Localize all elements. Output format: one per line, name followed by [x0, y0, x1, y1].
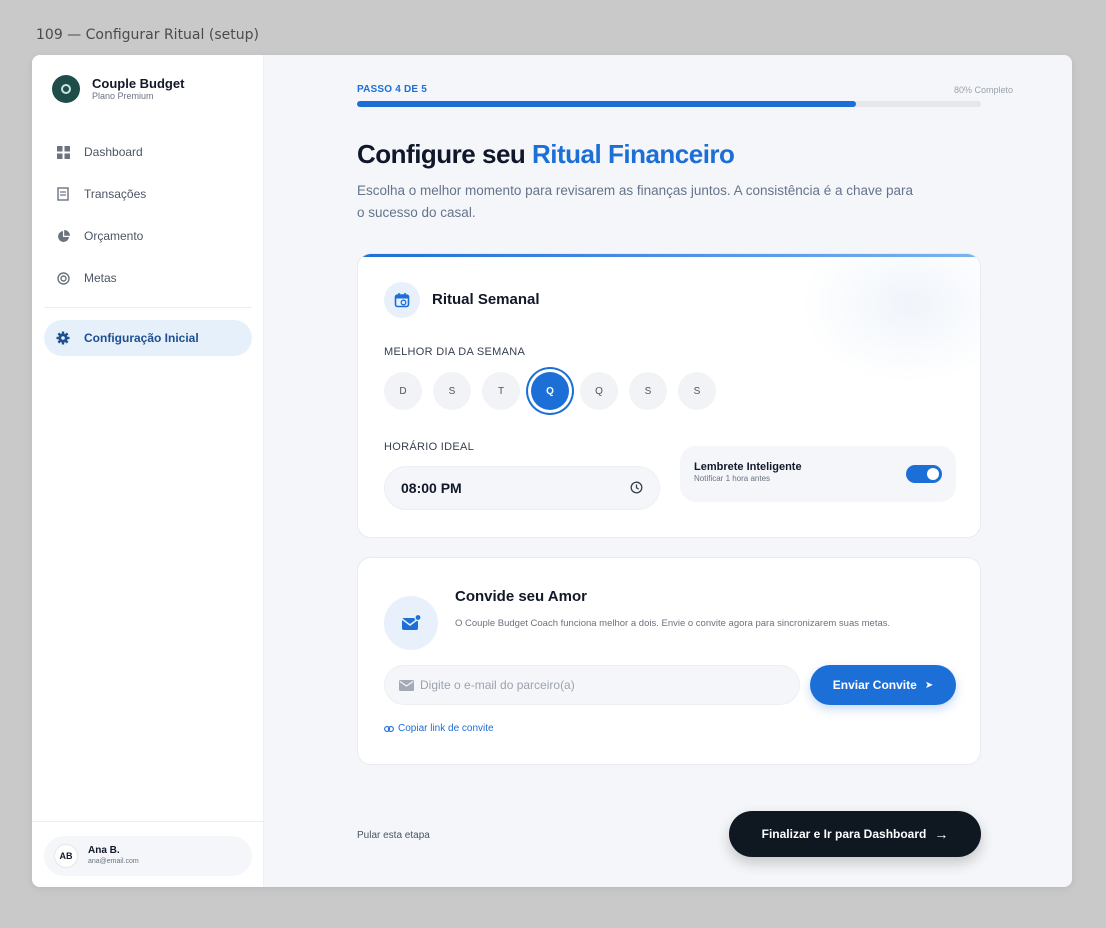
email-placeholder: Digite o e-mail do parceiro(a)	[420, 678, 575, 692]
day-option[interactable]: S	[629, 372, 667, 410]
frame-label: 109 — Configurar Ritual (setup)	[36, 27, 259, 43]
sidebar-item-label: Metas	[84, 271, 117, 285]
day-picker: D S T Q Q S S	[384, 372, 727, 410]
partner-email-input[interactable]: Digite o e-mail do parceiro(a)	[384, 665, 800, 705]
clock-icon	[630, 481, 643, 497]
sidebar-divider	[44, 307, 252, 308]
sidebar-item-label: Configuração Inicial	[84, 331, 199, 345]
card-decoration	[800, 254, 980, 384]
finish-label: Finalizar e Ir para Dashboard	[761, 827, 927, 841]
sidebar-item-dashboard[interactable]: Dashboard	[44, 131, 252, 173]
sidebar-item-budget[interactable]: Orçamento	[44, 215, 252, 257]
day-option[interactable]: S	[678, 372, 716, 410]
weekly-ritual-card: Ritual Semanal MELHOR DIA DA SEMANA D S …	[357, 253, 981, 538]
brand[interactable]: Couple Budget Plano Premium	[52, 75, 184, 103]
card-accent-bar	[358, 254, 980, 257]
envelope-icon	[399, 679, 414, 691]
receipt-icon	[56, 187, 70, 201]
sidebar-item-initial-setup[interactable]: Configuração Inicial	[44, 320, 252, 356]
send-invite-button[interactable]: Enviar Convite ➤	[810, 665, 956, 705]
day-option[interactable]: T	[482, 372, 520, 410]
page-title: Configure seu Ritual Financeiro	[357, 139, 735, 170]
sidebar-item-goals[interactable]: Metas	[44, 257, 252, 299]
page-title-prefix: Configure seu	[357, 139, 533, 169]
app-window: Couple Budget Plano Premium Dashboard Tr…	[32, 55, 1072, 887]
brand-plan: Plano Premium	[92, 91, 154, 101]
sidebar-divider	[32, 821, 264, 822]
pie-chart-icon	[56, 229, 70, 243]
reminder-toggle[interactable]	[906, 465, 942, 483]
time-input[interactable]: 08:00 PM	[384, 466, 660, 510]
day-option[interactable]: Q	[580, 372, 618, 410]
main-content: PASSO 4 DE 5 80% Completo Configure seu …	[264, 55, 1072, 887]
progress-bar-fill	[357, 101, 857, 107]
copy-link-label: Copiar link de convite	[398, 723, 494, 734]
smart-reminder-panel: Lembrete Inteligente Notificar 1 hora an…	[680, 446, 956, 502]
calendar-icon	[384, 282, 420, 318]
ritual-title: Ritual Semanal	[432, 291, 540, 308]
page-title-accent: Ritual Financeiro	[532, 139, 735, 169]
invite-description: O Couple Budget Coach funciona melhor a …	[455, 618, 891, 629]
sidebar-item-label: Orçamento	[84, 229, 144, 243]
mail-heart-icon	[384, 596, 438, 650]
page-subtitle: Escolha o melhor momento para revisarem …	[357, 183, 914, 220]
sidebar-item-label: Dashboard	[84, 145, 143, 159]
progress-percent: 80% Completo	[953, 85, 1013, 95]
skip-step-link[interactable]: Pular esta etapa	[357, 830, 430, 841]
send-arrow-icon: ➤	[924, 679, 934, 691]
send-invite-label: Enviar Convite	[832, 678, 917, 692]
reminder-subtitle: Notificar 1 hora antes	[694, 474, 771, 483]
sidebar: Couple Budget Plano Premium Dashboard Tr…	[32, 55, 264, 887]
sidebar-item-transactions[interactable]: Transações	[44, 173, 252, 215]
reminder-title: Lembrete Inteligente	[694, 461, 802, 473]
day-option[interactable]: D	[384, 372, 422, 410]
link-icon	[384, 724, 394, 734]
arrow-right-icon: →	[934, 826, 949, 842]
brand-logo-icon	[52, 75, 80, 103]
user-profile-card[interactable]: AB Ana B. ana@email.com	[44, 836, 252, 876]
invite-partner-card: Convide seu Amor O Couple Budget Coach f…	[357, 557, 981, 765]
invite-title: Convide seu Amor	[455, 588, 587, 605]
sidebar-item-label: Transações	[84, 187, 147, 201]
dashboard-grid-icon	[56, 145, 70, 159]
day-option[interactable]: S	[433, 372, 471, 410]
avatar: AB	[54, 844, 78, 868]
time-value: 08:00 PM	[401, 480, 462, 496]
toggle-knob	[927, 468, 939, 480]
progress-bar	[357, 101, 981, 107]
copy-invite-link[interactable]: Copiar link de convite	[384, 723, 494, 734]
ideal-time-label: HORÁRIO IDEAL	[384, 441, 475, 453]
brand-name: Couple Budget	[92, 76, 185, 91]
step-indicator: PASSO 4 DE 5	[357, 84, 428, 95]
sidebar-nav: Dashboard Transações Orçamento Metas Con…	[44, 131, 252, 356]
gear-icon	[56, 331, 70, 345]
best-day-label: MELHOR DIA DA SEMANA	[384, 346, 526, 358]
day-option-selected[interactable]: Q	[531, 372, 569, 410]
user-email: ana@email.com	[88, 858, 139, 865]
finish-button[interactable]: Finalizar e Ir para Dashboard →	[729, 811, 981, 857]
user-name: Ana B.	[88, 845, 120, 856]
target-icon	[56, 271, 70, 285]
